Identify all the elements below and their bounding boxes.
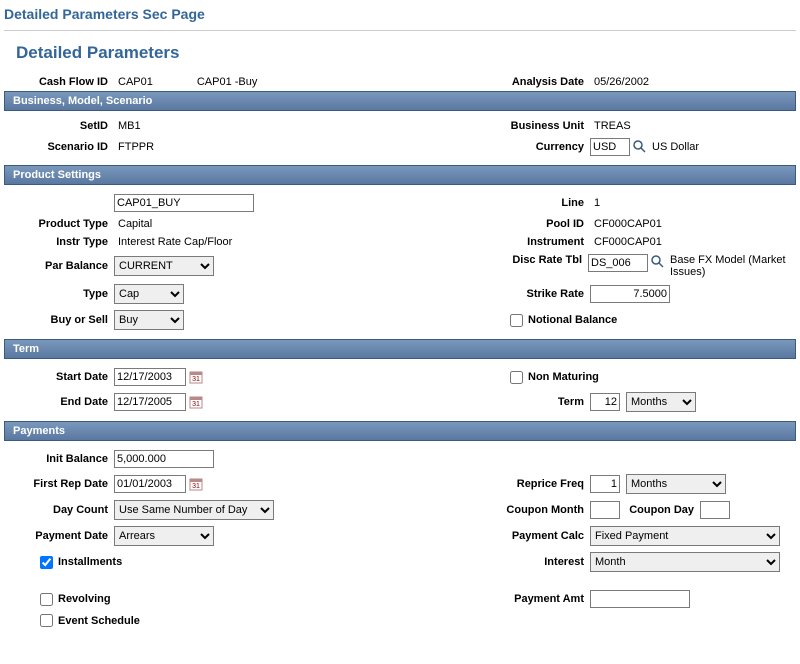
installments-label: Installments [58, 556, 122, 568]
coupon-day-input[interactable] [700, 501, 730, 519]
term-label: Term [400, 396, 590, 408]
svg-text:31: 31 [192, 483, 200, 490]
cash-flow-desc-value: CAP01 -Buy [193, 76, 258, 88]
event-schedule-checkbox-wrap[interactable]: Event Schedule [40, 614, 140, 627]
svg-text:31: 31 [192, 376, 200, 383]
section-bms-title: Business, Model, Scenario [4, 91, 796, 111]
end-date-label: End Date [4, 396, 114, 408]
start-date-input[interactable] [114, 368, 186, 386]
scenario-id-label: Scenario ID [4, 141, 114, 153]
product-type-label: Product Type [4, 218, 114, 230]
term-unit-select[interactable]: Months [626, 392, 696, 412]
start-date-label: Start Date [4, 371, 114, 383]
setid-value: MB1 [114, 120, 141, 132]
lookup-icon[interactable] [632, 139, 648, 155]
section-product-title: Product Settings [4, 165, 796, 185]
non-maturing-checkbox-wrap[interactable]: Non Maturing [510, 371, 599, 384]
day-count-label: Day Count [4, 504, 114, 516]
par-balance-label: Par Balance [4, 260, 114, 272]
line-label: Line [400, 197, 590, 209]
reprice-freq-label: Reprice Freq [400, 478, 590, 490]
coupon-month-label: Coupon Month [400, 504, 590, 516]
event-schedule-label: Event Schedule [58, 615, 140, 627]
product-code-input[interactable] [114, 194, 254, 212]
section-term-title: Term [4, 339, 796, 359]
first-rep-date-input[interactable] [114, 475, 186, 493]
init-balance-input[interactable] [114, 450, 214, 468]
payment-calc-label: Payment Calc [400, 530, 590, 542]
page-top-title: Detailed Parameters Sec Page [4, 4, 796, 31]
scenario-id-value: FTPPR [114, 141, 154, 153]
calendar-icon[interactable]: 31 [188, 369, 204, 385]
installments-checkbox-wrap[interactable]: Installments [40, 556, 122, 569]
disc-rate-input[interactable] [588, 254, 648, 272]
installments-checkbox[interactable] [40, 556, 53, 569]
revolving-checkbox[interactable] [40, 593, 53, 606]
cash-flow-id-label: Cash Flow ID [4, 76, 114, 88]
interest-label: Interest [400, 556, 590, 568]
cash-flow-id-value: CAP01 [114, 76, 153, 88]
notional-balance-checkbox[interactable] [510, 314, 523, 327]
page-title: Detailed Parameters [4, 39, 796, 73]
coupon-day-label: Coupon Day [620, 504, 700, 516]
currency-label: Currency [400, 141, 590, 153]
coupon-month-input[interactable] [590, 501, 620, 519]
term-value-input[interactable] [590, 393, 620, 411]
buy-sell-label: Buy or Sell [4, 314, 114, 326]
calendar-icon[interactable]: 31 [188, 476, 204, 492]
buy-sell-select[interactable]: Buy [114, 310, 184, 330]
svg-text:31: 31 [192, 401, 200, 408]
end-date-input[interactable] [114, 393, 186, 411]
revolving-checkbox-wrap[interactable]: Revolving [40, 593, 111, 606]
payment-calc-select[interactable]: Fixed Payment [590, 526, 780, 546]
lookup-icon[interactable] [650, 254, 666, 270]
notional-balance-checkbox-wrap[interactable]: Notional Balance [510, 314, 617, 327]
instr-type-value: Interest Rate Cap/Floor [114, 236, 232, 248]
pool-id-value: CF000CAP01 [590, 218, 662, 230]
instrument-label: Instrument [400, 236, 590, 248]
event-schedule-checkbox[interactable] [40, 614, 53, 627]
currency-input[interactable] [590, 138, 630, 156]
payment-date-label: Payment Date [4, 530, 114, 542]
revolving-label: Revolving [58, 593, 111, 605]
analysis-date-label: Analysis Date [400, 76, 590, 88]
non-maturing-label: Non Maturing [528, 371, 599, 383]
product-type-value: Capital [114, 218, 152, 230]
non-maturing-checkbox[interactable] [510, 371, 523, 384]
disc-rate-desc-value: Base FX Model (Market Issues) [666, 254, 796, 278]
notional-balance-label: Notional Balance [528, 314, 617, 326]
strike-rate-input[interactable] [590, 285, 670, 303]
reprice-freq-input[interactable] [590, 475, 620, 493]
business-unit-label: Business Unit [400, 120, 590, 132]
instrument-value: CF000CAP01 [590, 236, 662, 248]
setid-label: SetID [4, 120, 114, 132]
interest-select[interactable]: Month [590, 552, 780, 572]
par-balance-select[interactable]: CURRENT [114, 256, 214, 276]
currency-desc-value: US Dollar [648, 141, 699, 153]
first-rep-date-label: First Rep Date [4, 478, 114, 490]
calendar-icon[interactable]: 31 [188, 394, 204, 410]
business-unit-value: TREAS [590, 120, 631, 132]
pool-id-label: Pool ID [400, 218, 590, 230]
init-balance-label: Init Balance [4, 453, 114, 465]
line-value: 1 [590, 197, 600, 209]
section-payments-title: Payments [4, 421, 796, 441]
analysis-date-value: 05/26/2002 [590, 76, 649, 88]
reprice-freq-unit-select[interactable]: Months [626, 474, 726, 494]
instr-type-label: Instr Type [4, 236, 114, 248]
payment-amt-input[interactable] [590, 590, 690, 608]
type-select[interactable]: Cap [114, 284, 184, 304]
disc-rate-label: Disc Rate Tbl [400, 254, 588, 266]
payment-amt-label: Payment Amt [400, 593, 590, 605]
payment-date-select[interactable]: Arrears [114, 526, 214, 546]
type-label: Type [4, 288, 114, 300]
strike-rate-label: Strike Rate [400, 288, 590, 300]
day-count-select[interactable]: Use Same Number of Day [114, 500, 274, 520]
